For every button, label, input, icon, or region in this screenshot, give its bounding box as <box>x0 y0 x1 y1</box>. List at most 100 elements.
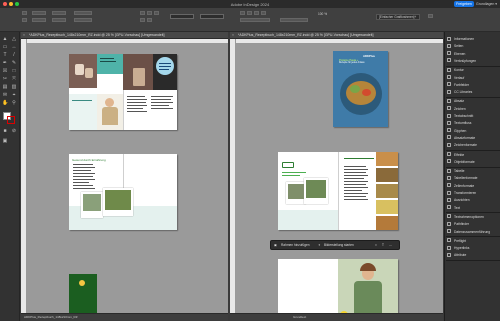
panel-absatzformate[interactable]: Absatzformate <box>447 135 499 141</box>
select-content-icon[interactable] <box>147 18 152 22</box>
rotate-ccw-icon[interactable] <box>147 11 152 15</box>
gradient-feather-tool-icon[interactable]: ▥ <box>11 84 17 90</box>
free-transform-tool-icon[interactable]: ⤧ <box>11 76 17 82</box>
woman-image[interactable] <box>97 94 123 130</box>
screen-mode-icon[interactable]: ▣ <box>2 138 8 144</box>
line-tool-icon[interactable]: / <box>11 52 17 58</box>
spread-1[interactable] <box>69 54 177 130</box>
workspace-switcher[interactable]: Grundlagen ▾ <box>476 1 498 7</box>
gap-tool-icon[interactable]: ↔ <box>11 44 17 50</box>
fit-frame-icon[interactable] <box>247 11 252 15</box>
select-container-icon[interactable] <box>140 18 145 22</box>
page-tool-icon[interactable]: ▭ <box>2 44 8 50</box>
close-icon[interactable]: × <box>232 32 234 38</box>
scale-x-field[interactable] <box>52 11 66 15</box>
pen-tool-icon[interactable]: ✒ <box>2 60 8 66</box>
panel-tabelle[interactable]: Tabelle <box>447 168 499 174</box>
spread-3[interactable] <box>69 274 177 313</box>
panel-zellenformate[interactable]: Zellenformate <box>447 183 499 189</box>
panel-attribute[interactable]: Attribute <box>447 252 499 258</box>
rotation-field[interactable] <box>74 11 92 15</box>
note-tool-icon[interactable]: ✉ <box>2 92 8 98</box>
scale-y-field[interactable] <box>52 18 66 22</box>
center-content-icon[interactable] <box>254 11 259 15</box>
gradient-tool-icon[interactable]: ▤ <box>2 84 8 90</box>
selection-tool-icon[interactable]: ▲ <box>2 36 8 42</box>
bottom-spread[interactable] <box>278 259 398 313</box>
coffee-cups-image[interactable] <box>69 54 97 88</box>
more-options-icon[interactable]: ⋯ <box>389 241 392 250</box>
panel-preflight[interactable]: Preflight <box>447 238 499 244</box>
crop-icon[interactable]: ⌗ <box>375 241 377 250</box>
recipe-thumb-2[interactable] <box>376 168 398 182</box>
fill-swatch[interactable] <box>170 14 194 19</box>
recipe-thumb-4[interactable] <box>376 200 398 214</box>
type-tool-icon[interactable]: T <box>2 52 8 58</box>
panel-glyphen[interactable]: Glyphen <box>447 128 499 134</box>
pasteboard[interactable]: ADKPlus Proteine Pasta + Rezepte für jed… <box>236 44 443 313</box>
polaroid-left[interactable] <box>286 182 306 204</box>
shear-field[interactable] <box>74 18 92 22</box>
spread-2[interactable]: Gesund durch Ernährung <box>69 154 177 230</box>
polaroid-food[interactable] <box>103 188 133 216</box>
panel-hyperlinks[interactable]: Hyperlinks <box>447 245 499 251</box>
panel-tabellenformate[interactable]: Tabellenformate <box>447 175 499 181</box>
stroke-weight-field[interactable] <box>240 18 270 22</box>
panel-zeichen[interactable]: Zeichen <box>447 106 499 112</box>
place-frame-button[interactable]: Rahmen hinzufügen <box>281 241 310 250</box>
drink-pour-image[interactable] <box>123 54 153 90</box>
panel-pathfinder[interactable]: Pathfinder <box>447 221 499 227</box>
panel-verlauf[interactable]: Verlauf <box>447 75 499 81</box>
stroke-swatch[interactable] <box>200 14 224 19</box>
panel-kontur[interactable]: Kontur <box>447 67 499 73</box>
zoom-percent[interactable]: 100 % <box>318 12 327 16</box>
cover-page[interactable]: ADKPlus Proteine Pasta + Rezepte für jed… <box>333 51 388 127</box>
panel-objektformate[interactable]: Objektformate <box>447 159 499 165</box>
panel-zeichenformate[interactable]: Zeichenformate <box>447 142 499 148</box>
recipe-thumb-5[interactable] <box>376 216 398 230</box>
panel-farbfelder[interactable]: Farbfelder <box>447 82 499 88</box>
fill-stroke-icon[interactable] <box>3 112 15 124</box>
direct-selection-tool-icon[interactable]: △ <box>11 36 17 42</box>
generate-image-button[interactable]: Bilderstellung starten <box>324 241 354 250</box>
rectangle-frame-tool-icon[interactable]: ☒ <box>2 68 8 74</box>
image-frame-icon[interactable]: ▣ <box>274 241 277 250</box>
recipe-thumb-1[interactable] <box>376 152 398 166</box>
scissors-tool-icon[interactable]: ✂ <box>2 76 8 82</box>
fill-frame-icon[interactable] <box>261 11 266 15</box>
panel-ausrichten[interactable]: Ausrichten <box>447 197 499 203</box>
polaroid-right[interactable] <box>304 178 328 204</box>
woman-drink-image[interactable] <box>338 259 398 313</box>
panel-seiten[interactable]: Seiten <box>447 43 499 49</box>
close-icon[interactable]: × <box>23 32 25 38</box>
polaroid-people[interactable] <box>81 192 103 218</box>
height-field[interactable] <box>32 18 46 22</box>
width-field[interactable] <box>32 11 46 15</box>
panel-menu-icon[interactable] <box>428 14 433 18</box>
rectangle-tool-icon[interactable]: □ <box>11 68 17 74</box>
panel-effekte[interactable]: Effekte <box>447 152 499 158</box>
panel-cc-libraries[interactable]: CC Libraries <box>447 89 499 95</box>
fit-content-icon[interactable] <box>240 11 245 15</box>
stroke-swatch-icon[interactable] <box>7 116 15 124</box>
y-field[interactable] <box>22 18 27 22</box>
document-tab-right[interactable]: × *ADKPlus_Rezeptbuch_148x210mm_RZ.indd … <box>230 32 443 39</box>
flip-horizontal-icon[interactable] <box>154 11 159 15</box>
hand-tool-icon[interactable]: ✋ <box>2 100 8 106</box>
eyedropper-tool-icon[interactable]: ⌖ <box>11 92 17 98</box>
panel-absatz[interactable]: Absatz <box>447 98 499 104</box>
panel-transformieren[interactable]: Transformieren <box>447 190 499 196</box>
green-cover-page[interactable] <box>69 274 97 313</box>
pencil-tool-icon[interactable]: ✎ <box>11 60 17 66</box>
panel-textumfluss[interactable]: Textumfluss <box>447 120 499 126</box>
apply-color-icon[interactable]: ■ <box>2 128 8 134</box>
panel-text[interactable]: Text <box>447 205 499 211</box>
text-wrap-icon[interactable]: T <box>382 241 384 250</box>
zoom-tool-icon[interactable]: ⚲ <box>11 100 17 106</box>
panel-informationen[interactable]: Informationen <box>447 36 499 42</box>
rotate-cw-icon[interactable] <box>140 11 145 15</box>
panel-verknüpfungen[interactable]: Verknüpfungen <box>447 58 499 64</box>
x-field[interactable] <box>22 11 27 15</box>
pasteboard[interactable]: Gesund durch Ernährung <box>27 44 228 313</box>
object-style-dropdown[interactable]: [Einfacher Grafikrahmen]+ <box>376 14 420 20</box>
